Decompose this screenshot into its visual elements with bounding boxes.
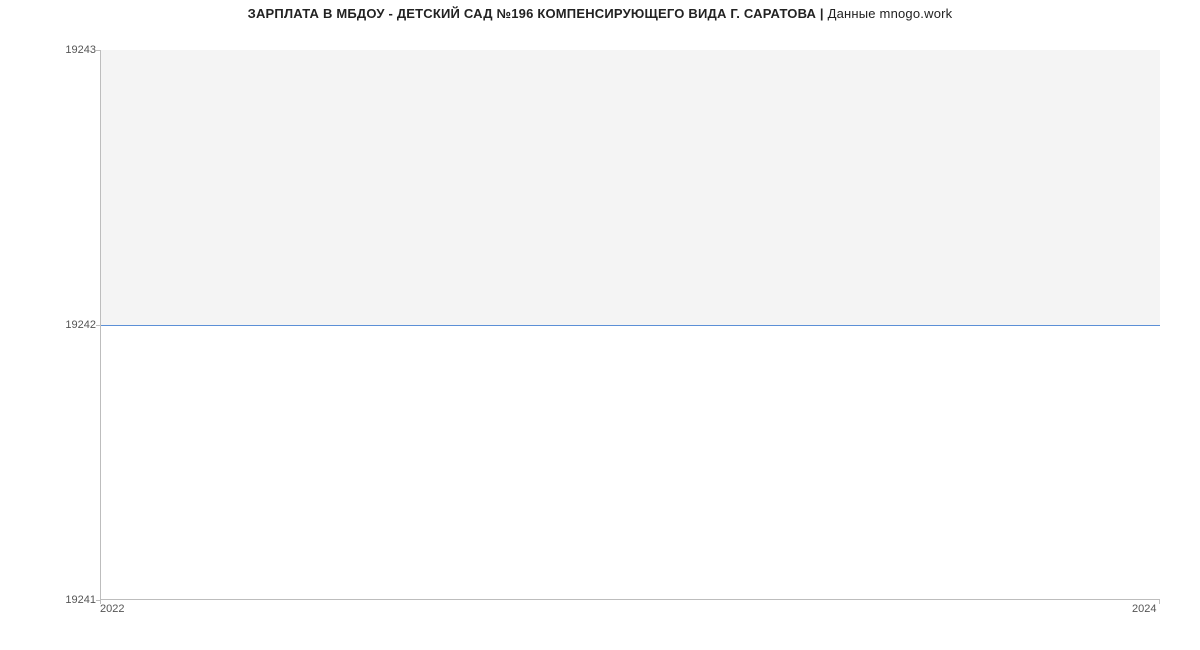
x-tick-label: 2024: [1132, 604, 1156, 615]
grid-band: [101, 50, 1160, 325]
chart-title-main: ЗАРПЛАТА В МБДОУ - ДЕТСКИЙ САД №196 КОМП…: [248, 6, 828, 21]
y-tick-label: 19241: [36, 595, 96, 606]
x-tick-mark: [1159, 600, 1160, 604]
plot-area: [100, 50, 1160, 600]
data-line: [101, 325, 1160, 326]
chart-container: ЗАРПЛАТА В МБДОУ - ДЕТСКИЙ САД №196 КОМП…: [0, 0, 1200, 650]
x-tick-label: 2022: [100, 604, 124, 615]
chart-title-source: mnogo.work: [880, 6, 953, 21]
y-tick-label: 19243: [36, 45, 96, 56]
y-tick-label: 19242: [36, 320, 96, 331]
chart-title: ЗАРПЛАТА В МБДОУ - ДЕТСКИЙ САД №196 КОМП…: [0, 6, 1200, 21]
chart-title-prefix: Данные: [828, 6, 880, 21]
